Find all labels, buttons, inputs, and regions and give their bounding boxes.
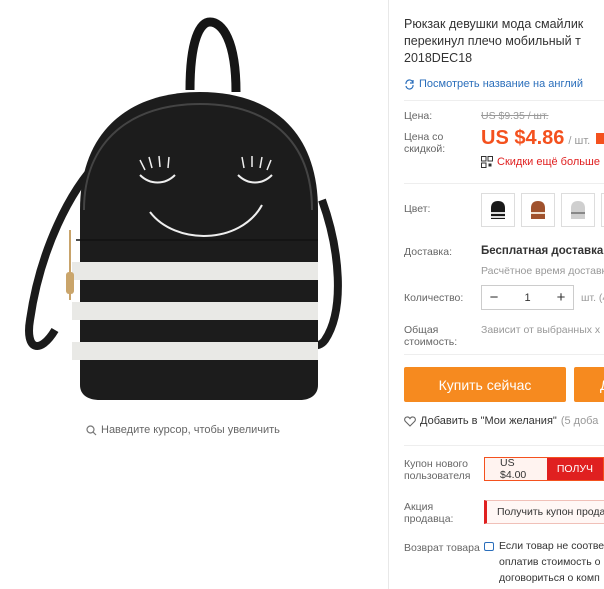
price-label: Цена:: [404, 110, 433, 122]
price-unit: / шт.: [568, 135, 591, 147]
divider: [404, 354, 604, 355]
buy-now-button[interactable]: Купить сейчас: [404, 367, 566, 402]
seller-coupon-button[interactable]: Получить купон прода: [484, 500, 604, 524]
bag-thumbnail-icon: [571, 201, 585, 219]
returns-label: Возврат товара: [404, 542, 480, 554]
discount-price: US $4.86 / шт.: [481, 127, 604, 150]
quantity-label: Количество:: [404, 292, 464, 304]
total-value: Зависит от выбранных х: [481, 324, 601, 336]
product-title: Рюкзак девушки мода смайлик перекинул пл…: [404, 16, 604, 67]
add-to-cart-button[interactable]: Д: [574, 367, 604, 402]
title-line: Рюкзак девушки мода смайлик: [404, 17, 584, 31]
discount-price-value: US $4.86: [481, 127, 565, 149]
app-discount-text[interactable]: Скидки ещё больше: [497, 156, 600, 168]
color-label: Цвет:: [404, 203, 431, 215]
color-swatch-black[interactable]: [481, 193, 515, 227]
quantity-increase-button[interactable]: +: [549, 289, 573, 306]
seller-promo-label: Акция продавца:: [404, 501, 454, 525]
divider: [404, 183, 604, 184]
shield-icon: [484, 541, 494, 551]
discount-price-label: Цена со скидкой:: [404, 131, 446, 155]
color-swatch-gray[interactable]: [561, 193, 595, 227]
qr-code-icon: [481, 156, 493, 168]
title-line: перекинул плечо мобильный т: [404, 34, 581, 48]
product-gallery: Наведите курсор, чтобы увеличить: [0, 0, 386, 589]
product-image[interactable]: [0, 0, 386, 430]
quantity-unit: шт. (4: [581, 292, 604, 304]
app-discount-link[interactable]: Скидки ещё больше: [481, 156, 600, 168]
original-price: US $9.35 / шт.: [481, 110, 549, 122]
color-swatch-brown[interactable]: [521, 193, 555, 227]
returns-line: оплатив стоимость о: [499, 556, 601, 568]
returns-line: договориться о комп: [499, 572, 600, 584]
zoom-hint: Наведите курсор, чтобы увеличить: [86, 424, 280, 436]
zoom-hint-text: Наведите курсор, чтобы увеличить: [101, 424, 280, 436]
translate-icon: [405, 78, 414, 90]
divider: [404, 445, 604, 446]
bag-thumbnail-icon: [531, 201, 545, 219]
column-divider: [388, 0, 389, 589]
wishlist-text[interactable]: Добавить в "Мои желания": [420, 415, 557, 427]
get-coupon-button[interactable]: ПОЛУЧ: [546, 458, 603, 480]
bag-thumbnail-icon: [491, 201, 505, 219]
new-user-coupon: US $4.00 ПОЛУЧ: [484, 457, 604, 481]
quantity-decrease-button[interactable]: −: [482, 289, 506, 306]
shipping-label: Доставка:: [404, 246, 453, 258]
returns-line: Если товар не соотве: [499, 540, 604, 552]
add-to-wishlist-link[interactable]: Добавить в "Мои желания" (5 доба: [404, 415, 598, 427]
quantity-input[interactable]: 1: [506, 292, 549, 304]
new-user-coupon-label: Купон нового пользователя: [404, 458, 471, 482]
quantity-stepper: − 1 +: [481, 285, 574, 310]
shipping-value[interactable]: Бесплатная доставка в: [481, 245, 604, 257]
color-options: [481, 193, 604, 227]
magnifier-icon: [86, 424, 97, 435]
discount-badge: [596, 133, 604, 144]
shipping-time: Расчётное время доставк: [481, 265, 604, 277]
translate-title-link[interactable]: Посмотреть название на англий: [404, 78, 583, 90]
wishlist-count: (5 доба: [560, 415, 599, 427]
title-line: 2018DEC18: [404, 51, 473, 65]
returns-policy: Если товар не соотве оплатив стоимость о…: [484, 538, 604, 586]
translate-link-text[interactable]: Посмотреть название на англий: [419, 78, 583, 90]
coupon-amount: US $4.00: [485, 457, 547, 481]
total-label: Общая стоимость:: [404, 324, 458, 348]
divider: [404, 100, 604, 101]
product-details: Рюкзак девушки мода смайлик перекинул пл…: [404, 0, 604, 589]
heart-icon: [404, 415, 416, 427]
